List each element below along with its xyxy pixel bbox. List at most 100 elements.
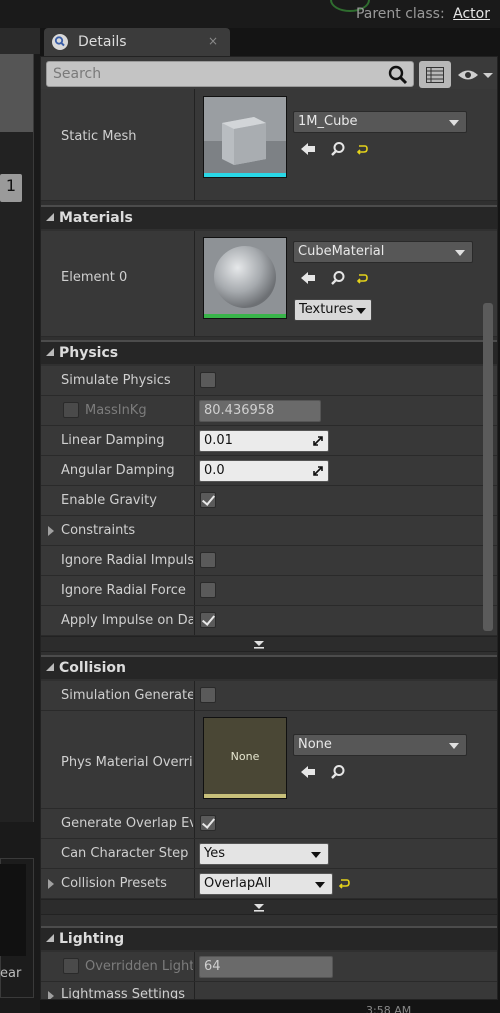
column-divider [194,456,195,485]
physics-advanced-expander[interactable] [41,636,497,652]
use-selected-arrow-icon[interactable] [299,140,317,158]
linear-damping-field[interactable]: 0.01 [199,430,329,452]
phys-material-value: None [298,737,332,752]
textures-button[interactable]: Textures [294,299,373,321]
physics-section-header[interactable]: Physics [41,340,497,364]
static-mesh-row: Static Mesh 1M_Cube [41,89,497,201]
collision-advanced-expander[interactable] [41,899,497,915]
can-character-step-up-row: Can Character Step Up On Yes [41,839,497,869]
simulation-generates-hit-events-row: Simulation Generates Hit Events [41,681,497,711]
linear-damping-row: Linear Damping 0.01 [41,426,497,456]
details-panel: Static Mesh 1M_Cube [40,56,498,1000]
column-divider [194,711,195,808]
material-value: CubeMaterial [298,244,385,259]
search-icon[interactable] [387,64,409,86]
search-box[interactable] [46,61,414,87]
collision-section-header[interactable]: Collision [41,655,497,679]
expand-advanced-icon [254,641,264,649]
browse-magnifier-icon[interactable] [329,269,347,287]
left-lower-label[interactable]: ear [0,966,21,981]
generate-overlap-events-label: Generate Overlap Events [61,816,193,831]
simulation-generates-hit-events-checkbox[interactable] [200,687,216,703]
drag-handle-icon[interactable] [312,465,324,477]
tab-close-icon[interactable]: × [208,34,218,48]
phys-material-combo[interactable]: None [293,734,467,756]
chevron-down-icon [315,882,325,888]
can-character-step-up-label: Can Character Step Up On [61,846,193,861]
browse-magnifier-icon[interactable] [329,763,347,781]
simulate-physics-label: Simulate Physics [61,373,171,388]
expand-triangle-icon[interactable] [48,991,54,999]
material-thumbnail[interactable] [203,237,287,319]
simulation-generates-hit-events-label: Simulation Generates Hit Events [61,688,193,703]
parent-class-link[interactable]: Actor [453,6,490,22]
details-scroll-area[interactable]: Static Mesh 1M_Cube Materials Element 0 … [41,89,497,999]
angular-damping-field[interactable]: 0.0 [199,460,329,482]
column-divider [194,576,195,605]
search-input[interactable] [47,62,383,86]
reset-to-default-icon[interactable] [335,875,353,893]
column-divider [194,426,195,455]
enable-gravity-checkbox[interactable] [200,492,216,508]
ignore-radial-impulse-checkbox[interactable] [200,552,216,568]
column-divider [194,516,195,545]
apply-impulse-on-damage-label: Apply Impulse on Damage [61,613,193,628]
phys-material-override-label: Phys Material Override [61,755,193,770]
expand-triangle-icon[interactable] [48,526,54,536]
reset-to-default-icon[interactable] [353,141,371,159]
collision-presets-combo[interactable]: OverlapAll [199,873,333,895]
collision-presets-value: OverlapAll [204,876,272,891]
use-selected-arrow-icon[interactable] [299,763,317,781]
browse-magnifier-icon[interactable] [329,140,347,158]
overridden-light-map-res-label: Overridden Light Map Res [85,959,193,974]
sphere-preview-image [204,238,286,314]
phys-material-thumbnail-text: None [230,750,260,763]
collision-title: Collision [59,660,127,676]
reset-to-default-icon[interactable] [353,270,371,288]
material-combo[interactable]: CubeMaterial [293,241,473,263]
left-spin-box[interactable]: 1 [0,174,22,202]
static-mesh-combo[interactable]: 1M_Cube [293,111,467,133]
vertical-scrollbar[interactable] [483,303,493,631]
phys-material-override-row: Phys Material Override None None [41,711,497,809]
lightmass-settings-row[interactable]: Lightmass Settings [41,982,497,999]
clock-text: 3:58 AM [366,1004,412,1013]
chevron-down-icon [356,308,367,314]
chevron-down-icon [311,852,321,858]
material-asset-bar [204,314,286,318]
left-toolbar-strip [0,28,40,54]
ignore-radial-force-label: Ignore Radial Force [61,583,186,598]
lighting-section-header[interactable]: Lighting [41,926,497,950]
phys-material-thumbnail[interactable]: None [203,717,287,799]
materials-title: Materials [59,210,133,226]
expand-triangle-icon[interactable] [48,879,54,889]
left-viewport[interactable] [0,54,34,822]
view-options-button[interactable] [456,63,494,87]
column-divider [194,231,195,336]
simulate-physics-checkbox[interactable] [200,372,216,388]
overridden-light-map-checkbox[interactable] [63,958,79,974]
generate-overlap-events-checkbox[interactable] [200,815,216,831]
angular-damping-row: Angular Damping 0.0 [41,456,497,486]
static-mesh-thumbnail[interactable] [203,96,287,178]
overridden-light-map-res-field: 64 [199,956,333,978]
chevron-down-icon [449,743,459,749]
mass-override-checkbox[interactable] [63,402,79,418]
details-tab[interactable]: Details × [44,28,230,56]
can-character-step-up-combo[interactable]: Yes [199,843,329,865]
drag-handle-icon[interactable] [312,435,324,447]
apply-impulse-on-damage-checkbox[interactable] [200,612,216,628]
constraints-row[interactable]: Constraints [41,516,497,546]
property-matrix-button[interactable] [419,61,451,88]
column-divider [194,606,195,635]
use-selected-arrow-icon[interactable] [299,269,317,287]
ignore-radial-force-checkbox[interactable] [200,582,216,598]
search-row [46,61,494,89]
left-lower-inner [0,864,26,956]
ignore-radial-impulse-label: Ignore Radial Impulse [61,553,193,568]
collision-presets-label: Collision Presets [61,876,167,891]
can-character-step-up-value: Yes [204,846,225,861]
materials-section-header[interactable]: Materials [41,205,497,229]
expand-advanced-icon [254,904,264,912]
chevron-down-icon [455,250,465,256]
